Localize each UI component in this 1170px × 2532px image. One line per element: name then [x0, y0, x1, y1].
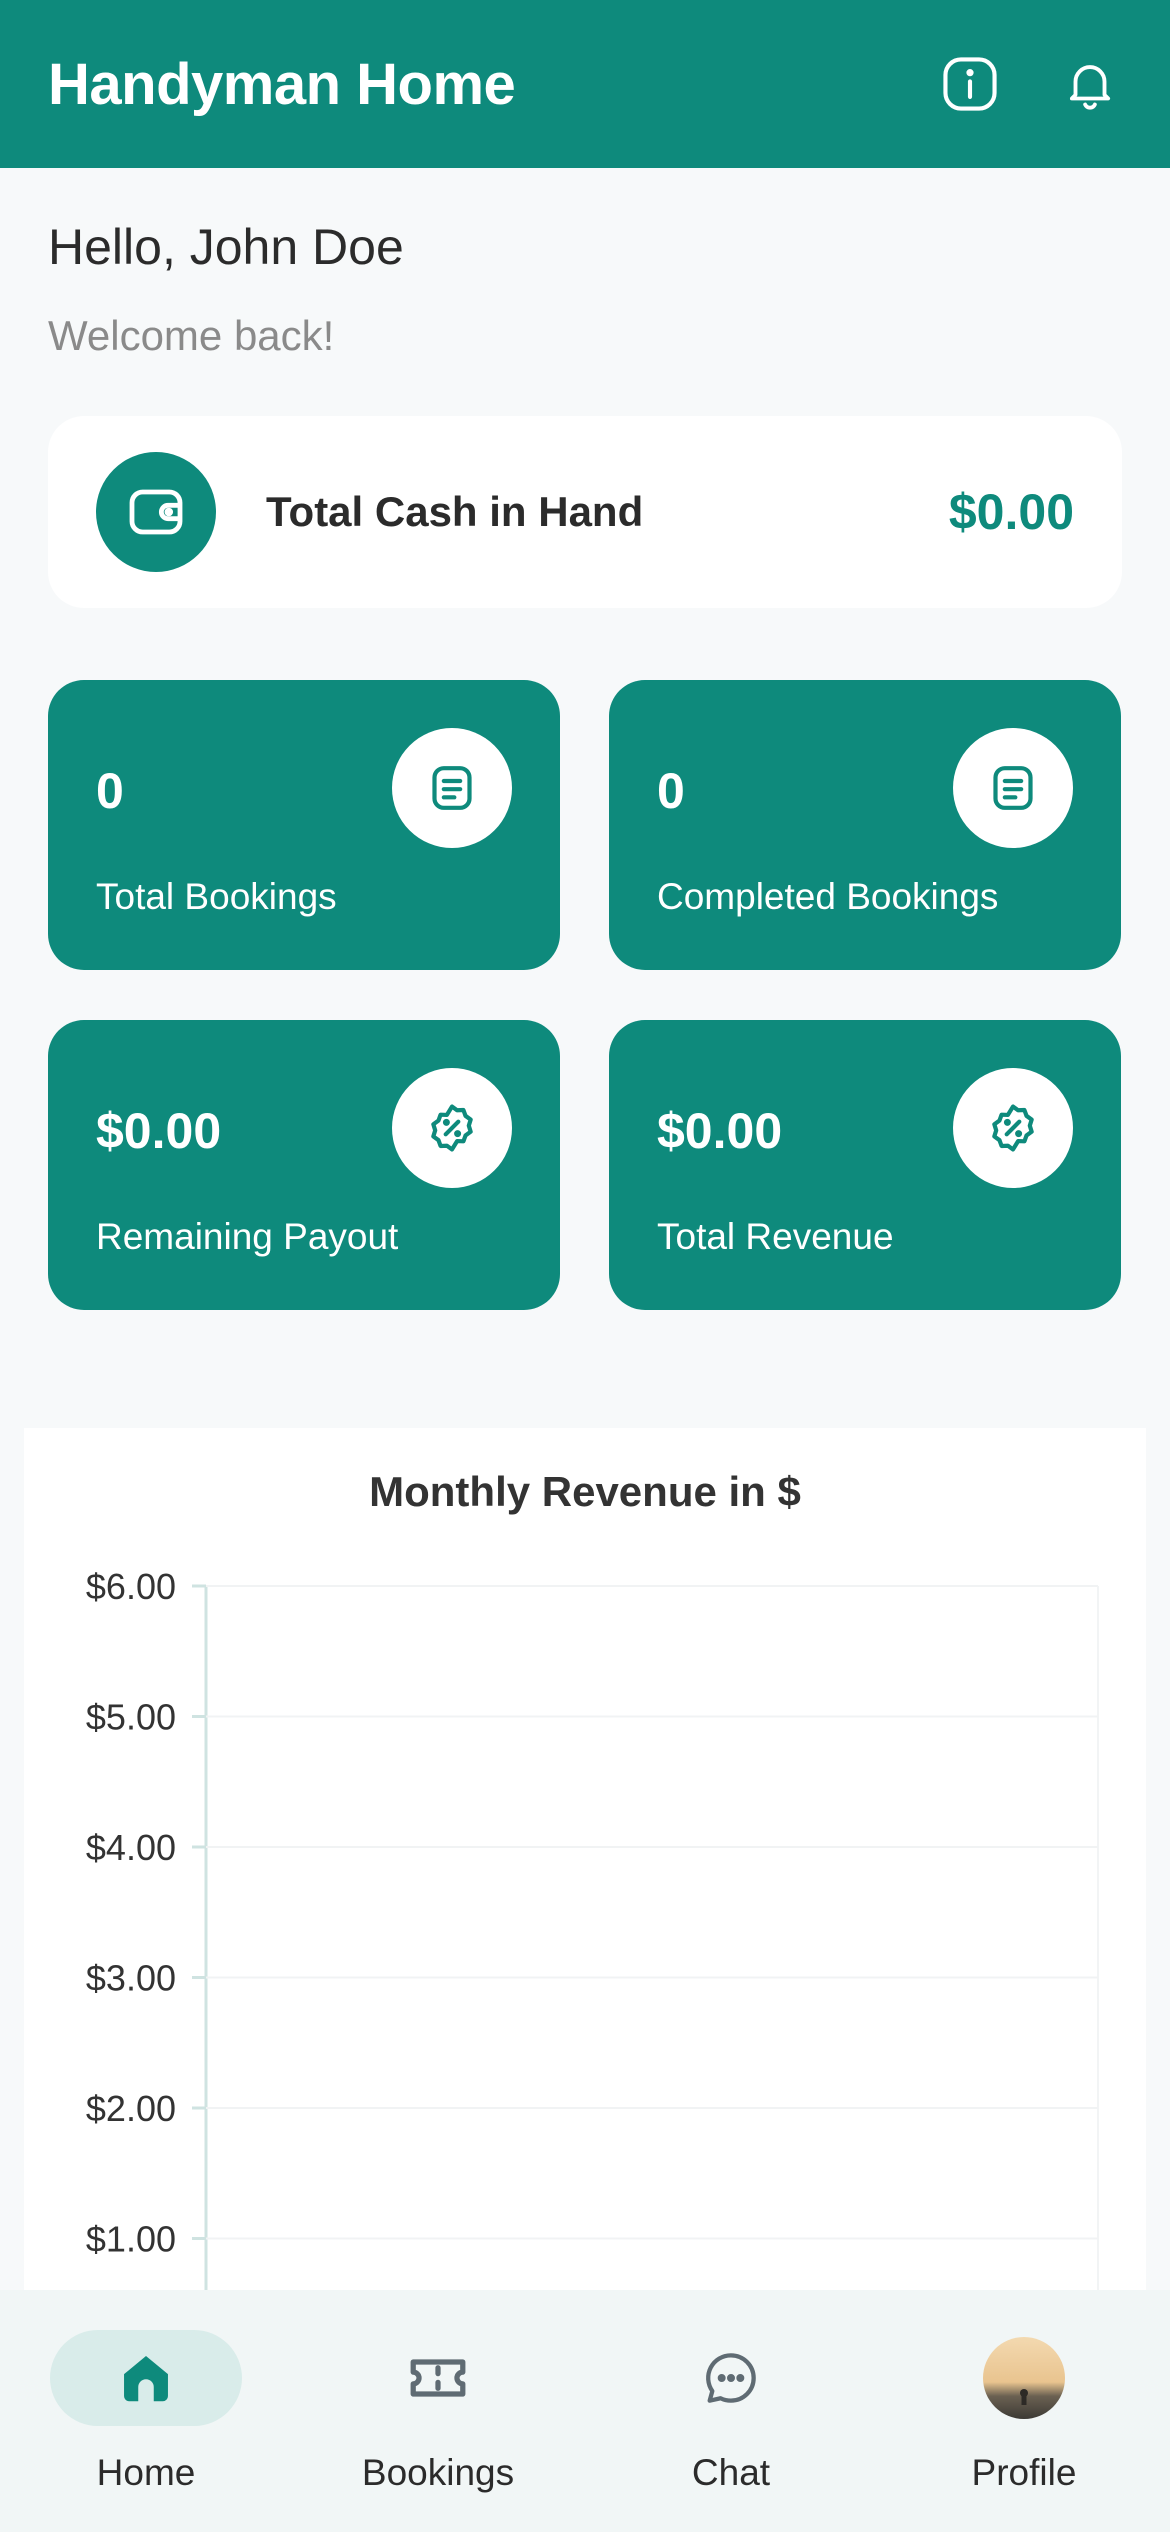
discount-badge-icon — [992, 1104, 1034, 1152]
stat-value: $0.00 — [96, 1103, 222, 1159]
nav-item-bookings[interactable]: Bookings — [318, 2330, 558, 2510]
nav-pill — [635, 2330, 827, 2426]
stat-label: Remaining Payout — [96, 1216, 399, 1257]
nav-item-chat[interactable]: Chat — [611, 2330, 851, 2510]
app-header: Handyman Home — [0, 0, 1170, 168]
bell-icon — [1069, 65, 1111, 110]
cash-in-hand-card[interactable]: Total Cash in Hand $0.00 — [48, 416, 1122, 608]
bottom-navigation: Home Bookings Chat Profile — [0, 2290, 1170, 2532]
nav-pill — [342, 2330, 534, 2426]
info-button[interactable] — [938, 52, 1002, 116]
chat-icon — [706, 2353, 756, 2403]
y-tick-label: $4.00 — [86, 1827, 176, 1868]
nav-item-home[interactable]: Home — [26, 2330, 266, 2510]
list-document-icon — [432, 766, 472, 810]
nav-label: Bookings — [361, 2452, 515, 2493]
app-root: Handyman Home Hello, John Doe Welcome ba… — [0, 0, 1170, 2532]
list-document-icon — [993, 766, 1033, 810]
notifications-button[interactable] — [1058, 52, 1122, 116]
stat-card-total-revenue[interactable]: $0.00 Total Revenue — [609, 1020, 1121, 1310]
y-tick-label: $3.00 — [86, 1958, 176, 1999]
ticket-icon — [410, 2359, 466, 2397]
nav-label: Home — [96, 2452, 196, 2493]
nav-label: Profile — [971, 2452, 1077, 2493]
stat-icon-circle — [392, 728, 512, 848]
stat-value: 0 — [657, 763, 685, 819]
y-tick-label: $5.00 — [86, 1697, 176, 1738]
y-tick-label: $6.00 — [86, 1566, 176, 1607]
y-tick-label: $2.00 — [86, 2088, 176, 2129]
home-icon — [124, 2356, 168, 2402]
info-icon — [943, 57, 997, 111]
stat-label: Total Revenue — [657, 1216, 894, 1257]
stat-card-remaining-payout[interactable]: $0.00 Remaining Payout — [48, 1020, 560, 1310]
cash-value: $0.00 — [948, 484, 1074, 540]
nav-item-profile[interactable]: Profile — [904, 2330, 1144, 2510]
greeting-text: Hello, John Doe — [48, 219, 404, 275]
stat-icon-circle — [392, 1068, 512, 1188]
avatar — [983, 2337, 1065, 2419]
stat-icon-circle — [953, 1068, 1073, 1188]
page-title: Handyman Home — [48, 51, 516, 117]
stat-card-total-bookings[interactable]: 0 Total Bookings — [48, 680, 560, 970]
welcome-text: Welcome back! — [48, 312, 335, 359]
y-tick-label: $1.00 — [86, 2219, 176, 2260]
nav-label: Chat — [691, 2452, 771, 2493]
nav-pill — [928, 2330, 1120, 2426]
stat-label: Total Bookings — [96, 876, 337, 917]
stat-value: 0 — [96, 763, 124, 819]
discount-badge-icon — [431, 1104, 473, 1152]
wallet-icon-circle — [96, 452, 216, 572]
header-actions — [938, 52, 1122, 116]
cash-label: Total Cash in Hand — [266, 488, 644, 535]
stat-icon-circle — [953, 728, 1073, 848]
stat-value: $0.00 — [657, 1103, 783, 1159]
wallet-icon — [129, 489, 183, 535]
stat-card-completed-bookings[interactable]: 0 Completed Bookings — [609, 680, 1121, 970]
nav-pill — [50, 2330, 242, 2426]
stat-label: Completed Bookings — [657, 876, 999, 917]
